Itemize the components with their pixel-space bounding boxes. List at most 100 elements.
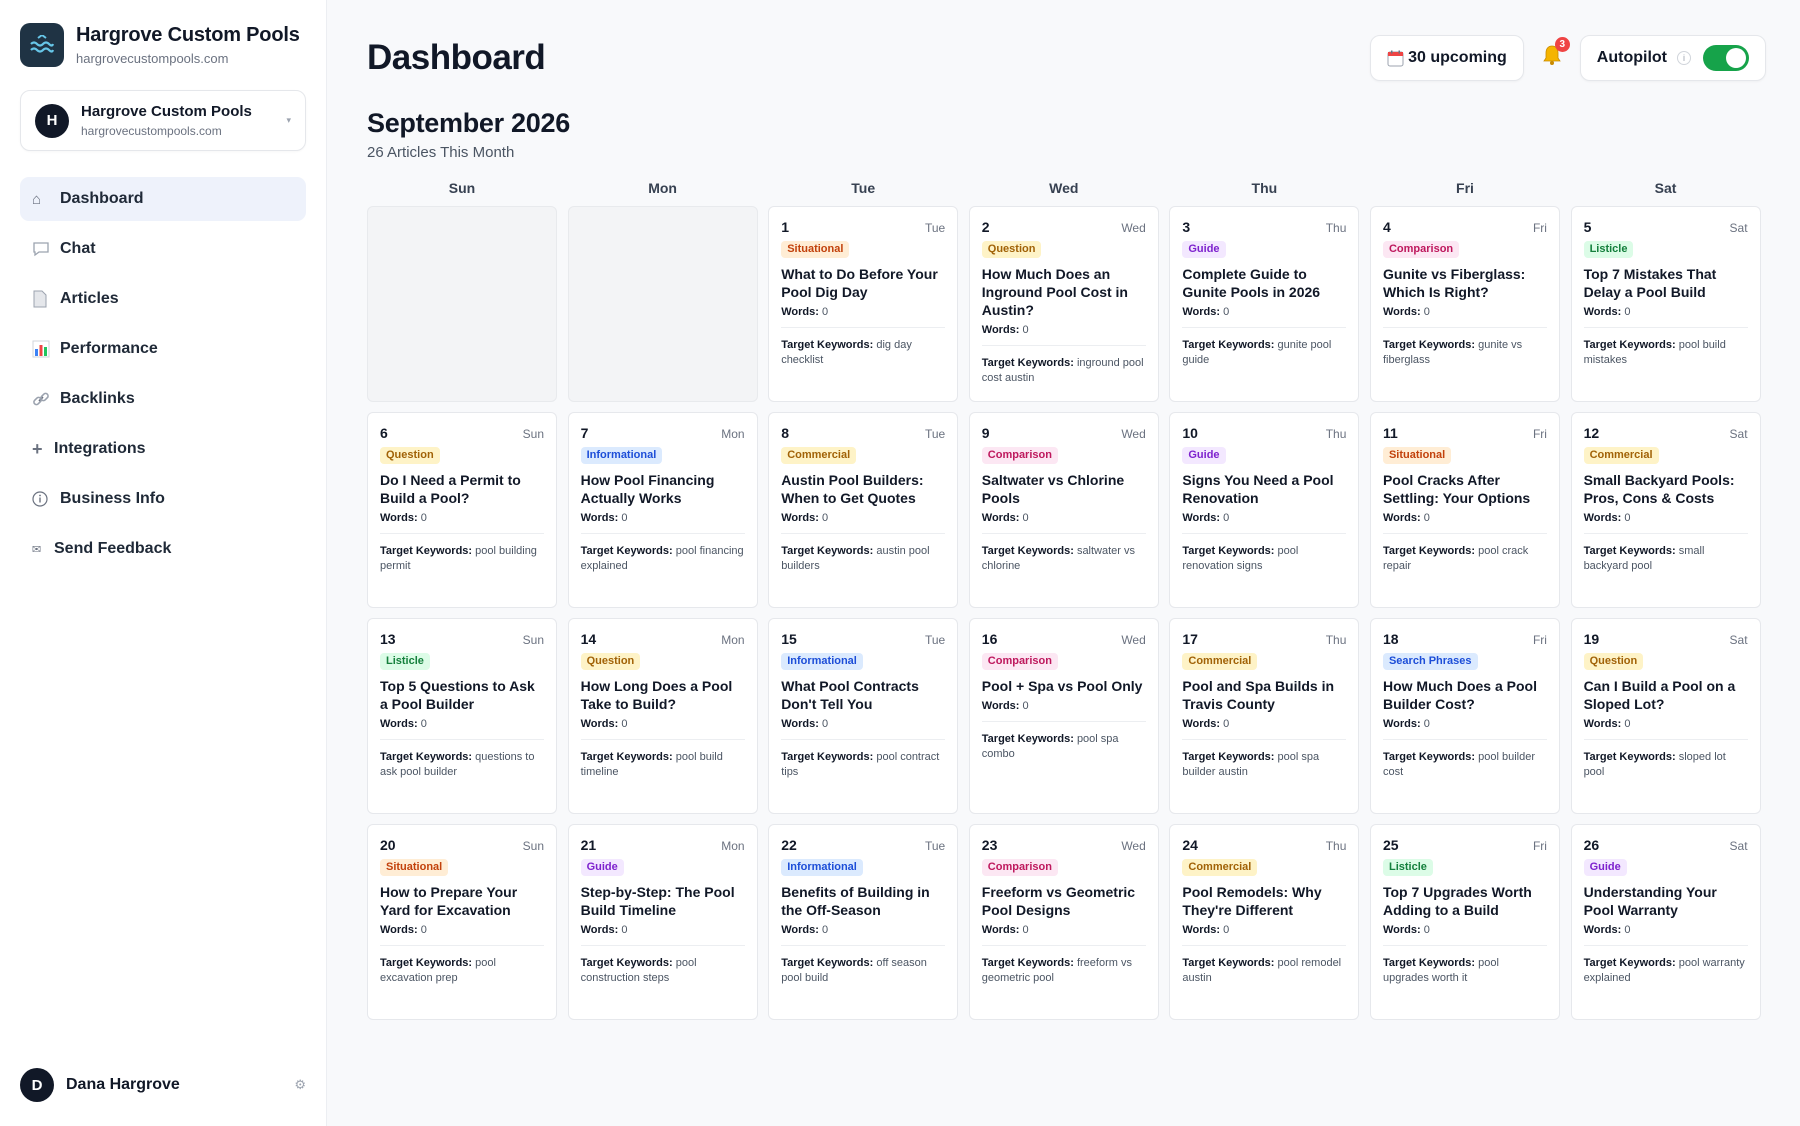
article-title[interactable]: Small Backyard Pools: Pros, Cons & Costs [1584,471,1748,507]
calendar-day-cell[interactable]: 6 Sun Question Do I Need a Permit to Build … [367,412,557,608]
article-keywords: Target Keywords: small backyard pool [1584,544,1748,574]
words-label: Words: [1583,306,1622,318]
article-type-tag: Commercial [781,447,857,464]
day-weekday: Sat [1729,839,1748,853]
calendar-day-cell[interactable]: 22 Tue Informational Benefits of Building i… [768,824,959,1020]
article-title[interactable]: Freeform vs Geometric Pool Designs [982,883,1146,919]
notifications-button[interactable]: 3 [1524,35,1580,81]
sidebar-item-dashboard[interactable]: ⌂ Dashboard [20,177,306,221]
calendar-day-cell[interactable]: 25 Fri Listicle Top 7 Upgrades Worth Adding… [1369,824,1560,1020]
article-title[interactable]: Pool Remodels: Why They're Different [1182,883,1346,919]
calendar-day-cell[interactable]: 21 Mon Guide Step-by-Step: The Pool Build T… [567,824,758,1020]
calendar-day-cell[interactable]: 20 Sun Situational How to Prepare Your Yard… [367,824,557,1020]
day-number: 17 [1182,631,1198,647]
calendar-day-cell[interactable]: 12 Sat Commercial Small Backyard Pools: Pro… [1570,412,1761,608]
article-title[interactable]: Pool Cracks After Settling: Your Options [1383,471,1547,507]
calendar-day-cell[interactable]: 1 Tue Situational What to Do Before Your Po… [768,206,959,402]
article-title[interactable]: Do I Need a Permit to Build a Pool? [380,471,544,507]
calendar-day-cell[interactable]: 18 Fri Search Phrases How Much Does a Pool … [1369,618,1560,814]
sidebar-item-label: Chat [60,240,96,257]
sidebar-item-performance[interactable]: Performance [20,327,306,371]
article-title[interactable]: Austin Pool Builders: When to Get Quotes [781,471,945,507]
article-title[interactable]: Top 7 Upgrades Worth Adding to a Build [1383,883,1547,919]
gear-icon[interactable]: ⚙ [294,1077,306,1093]
article-title[interactable]: How Much Does a Pool Builder Cost? [1383,677,1547,713]
article-title[interactable]: What to Do Before Your Pool Dig Day [781,265,945,301]
info-icon[interactable]: i [1677,51,1691,65]
words-value: 0 [1624,306,1631,318]
article-title[interactable]: Gunite vs Fiberglass: Which Is Right? [1383,265,1547,301]
article-title[interactable]: Pool and Spa Builds in Travis County [1182,677,1346,713]
calendar-grid: 1 Tue Situational What to Do Before Your Po… [367,206,1761,1020]
calendar-day-cell[interactable]: 16 Wed Comparison Pool + Spa vs Pool Only Wo… [968,618,1159,814]
calendar-day-cell[interactable]: 14 Mon Question How Long Does a Pool Take t… [567,618,758,814]
day-number: 25 [1382,837,1399,853]
article-title[interactable]: How to Prepare Your Yard for Excavation [380,883,544,919]
article-title[interactable]: Step-by-Step: The Pool Build Timeline [581,883,745,919]
calendar-day-cell[interactable]: 3 Thu Guide Complete Guide to Gunite Pools … [1169,206,1360,402]
sidebar-item-business-info[interactable]: Business Info [20,477,306,521]
article-keywords: Target Keywords: saltwater vs chlorine [982,544,1146,574]
article-title[interactable]: Pool + Spa vs Pool Only [982,677,1146,695]
article-title[interactable]: Benefits of Building in the Off-Season [781,883,945,919]
calendar-day-cell[interactable]: 2 Wed Question How Much Does an Inground Po… [968,206,1159,402]
words-label: Words: [1583,512,1622,524]
calendar-day-cell[interactable]: 10 Thu Guide Signs You Need a Pool Renovati… [1169,412,1360,608]
article-keywords: Target Keywords: pool builder cost [1383,750,1547,780]
site-switcher[interactable]: H Hargrove Custom Pools hargrovecustompo… [20,90,306,151]
autopilot-toggle[interactable] [1703,45,1749,71]
article-keywords: Target Keywords: gunite pool guide [1182,338,1346,368]
day-weekday: Sat [1729,221,1748,235]
article-title[interactable]: What Pool Contracts Don't Tell You [781,677,945,713]
article-title[interactable]: How Much Does an Inground Pool Cost in A… [982,265,1146,319]
article-word-count: Words: 0 [1583,512,1748,534]
day-weekday: Tue [924,839,946,853]
user-profile[interactable]: D Dana Hargrove ⚙ [20,1068,306,1102]
sidebar-item-chat[interactable]: Chat [20,227,306,271]
sidebar-item-articles[interactable]: Articles [20,277,306,321]
brand[interactable]: Hargrove Custom Pools hargrovecustompool… [20,23,300,67]
calendar-day-cell[interactable]: 5 Sat Listicle Top 7 Mistakes That Delay a … [1570,206,1761,402]
keywords-label: Target Keywords: [1382,545,1476,557]
upcoming-button[interactable]: 30 upcoming [1370,35,1524,81]
calendar-day-cell[interactable]: 15 Tue Informational What Pool Contracts Do… [768,618,959,814]
words-label: Words: [580,924,619,936]
keywords-label: Target Keywords: [1382,751,1476,763]
article-word-count: Words: 0 [781,512,946,534]
article-title[interactable]: Saltwater vs Chlorine Pools [982,471,1146,507]
day-number: 18 [1382,631,1399,647]
sidebar-item-send-feedback[interactable]: ✉ Send Feedback [20,527,306,571]
article-type-tag: Question [580,653,641,670]
calendar-day-cell[interactable]: 19 Sat Question Can I Build a Pool on a Slo… [1570,618,1761,814]
calendar-day-cell[interactable]: 13 Sun Listicle Top 5 Questions to Ask a Po… [367,618,557,814]
keywords-label: Target Keywords: [981,357,1074,369]
article-title[interactable]: Signs You Need a Pool Renovation [1182,471,1346,507]
calendar-day-cell[interactable]: 24 Thu Commercial Pool Remodels: Why They'r… [1169,824,1360,1020]
day-weekday: Sun [522,839,544,853]
plus-icon: + [32,438,43,459]
article-title[interactable]: How Pool Financing Actually Works [581,471,745,507]
calendar-day-cell[interactable]: 26 Sat Guide Understanding Your Pool Warran… [1570,824,1761,1020]
day-number: 8 [781,425,789,441]
article-keywords: Target Keywords: inground pool cost aust… [982,356,1146,386]
day-number: 7 [580,425,589,441]
article-title[interactable]: Top 7 Mistakes That Delay a Pool Build [1584,265,1748,301]
article-title[interactable]: Complete Guide to Gunite Pools in 2026 [1182,265,1346,301]
calendar-day-cell[interactable]: 7 Mon Informational How Pool Financing Actu… [567,412,758,608]
home-icon: ⌂ [32,190,42,208]
article-title[interactable]: Understanding Your Pool Warranty [1584,883,1748,919]
calendar-day-cell[interactable]: 8 Tue Commercial Austin Pool Builders: When… [768,412,959,608]
calendar-day-cell[interactable]: 23 Wed Comparison Freeform vs Geometric Poo… [968,824,1159,1020]
words-value: 0 [821,306,829,318]
sidebar-item-backlinks[interactable]: Backlinks [20,377,306,421]
user-name: Dana Hargrove [66,1076,180,1093]
calendar-day-cell[interactable]: 9 Wed Comparison Saltwater vs Chlorine Pool… [968,412,1159,608]
calendar-day-cell[interactable]: 11 Fri Situational Pool Cracks After Settli… [1369,412,1560,608]
article-title[interactable]: Can I Build a Pool on a Sloped Lot? [1584,677,1748,713]
calendar-day-cell[interactable]: 4 Fri Comparison Gunite vs Fiberglass: Whic… [1369,206,1560,402]
article-title[interactable]: Top 5 Questions to Ask a Pool Builder [380,677,544,713]
calendar-day-cell[interactable]: 17 Thu Commercial Pool and Spa Builds in Tr… [1169,618,1360,814]
weekday-label: Tue [851,180,876,196]
article-title[interactable]: How Long Does a Pool Take to Build? [581,677,745,713]
sidebar-item-integrations[interactable]: + Integrations [20,427,306,471]
